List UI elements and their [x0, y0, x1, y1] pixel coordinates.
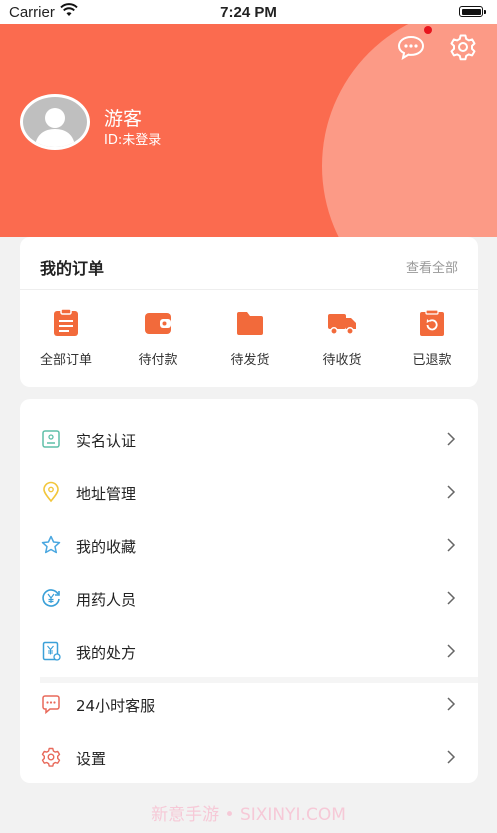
truck-icon [328, 314, 356, 335]
avatar[interactable] [20, 94, 90, 150]
chevron-right-icon [447, 485, 456, 499]
menu-item-label: 地址管理 [76, 485, 137, 503]
menu-item-label: 24小时客服 [76, 697, 156, 715]
unread-badge [424, 26, 432, 34]
location-pin-icon [43, 481, 59, 503]
order-label: 待收货 [322, 353, 362, 368]
user-id: ID:未登录 [104, 133, 162, 148]
menu-item-real-name[interactable]: 实名认证 [20, 414, 478, 467]
username: 游客 [104, 108, 143, 130]
prescription-icon [42, 641, 61, 661]
orders-title: 我的订单 [40, 259, 105, 278]
order-label: 已退款 [412, 353, 452, 368]
medicine-user-icon [42, 589, 60, 607]
chevron-right-icon [447, 644, 456, 658]
view-all-orders-link[interactable]: 查看全部 [406, 257, 458, 276]
chevron-right-icon [447, 538, 456, 552]
menu-item-address[interactable]: 地址管理 [20, 467, 478, 520]
chevron-right-icon [447, 432, 456, 446]
menu-item-favorites[interactable]: 我的收藏 [20, 520, 478, 573]
menu-item-label: 我的处方 [76, 644, 137, 662]
order-pending-shipment-button[interactable]: 待发货 [204, 307, 296, 368]
order-pending-payment-button[interactable]: 待付款 [112, 307, 204, 368]
settings-icon [41, 747, 61, 767]
menu-item-prescriptions[interactable]: 我的处方 [20, 626, 478, 679]
default-user-icon [35, 108, 75, 147]
order-label: 全部订单 [39, 353, 92, 368]
battery-icon [459, 6, 486, 17]
menu-item-customer-service[interactable]: 24小时客服 [20, 679, 478, 732]
star-icon [41, 535, 61, 554]
clipboard-icon [54, 308, 78, 336]
menu-item-medication-users[interactable]: 用药人员 [20, 573, 478, 626]
order-refunded-button[interactable]: 已退款 [386, 307, 478, 368]
gear-icon[interactable] [448, 32, 478, 62]
profile-header: 游客 ID:未登录 [0, 24, 497, 237]
chevron-right-icon [447, 697, 456, 711]
order-label: 待发货 [230, 353, 270, 368]
refund-icon [420, 309, 444, 336]
order-pending-receipt-button[interactable]: 待收货 [296, 307, 388, 368]
id-card-icon [42, 430, 60, 448]
menu-item-label: 我的收藏 [76, 538, 137, 556]
menu-item-settings[interactable]: 设置 [20, 732, 478, 785]
menu-item-label: 设置 [76, 750, 107, 768]
order-label: 待付款 [138, 353, 178, 368]
chevron-right-icon [447, 591, 456, 605]
menu-item-label: 实名认证 [76, 432, 137, 450]
menu-card: 实名认证 地址管理 我的收藏 用药人员 我的处方 24小时客服 设置 [20, 399, 478, 783]
wallet-icon [145, 313, 171, 334]
chat-bubble-icon[interactable] [396, 32, 426, 62]
customer-service-icon [42, 695, 60, 715]
divider [20, 289, 478, 290]
menu-item-label: 用药人员 [76, 591, 137, 609]
orders-card: 我的订单 查看全部 全部订单 待付款 待发货 待收货 已退款 [20, 237, 478, 387]
watermark: 新意手游 • SIXINYI.COM [151, 805, 346, 825]
chevron-right-icon [447, 750, 456, 764]
status-bar: Carrier 7:24 PM [0, 0, 497, 24]
order-all-button[interactable]: 全部订单 [20, 307, 112, 368]
folder-icon [237, 312, 263, 335]
status-time: 7:24 PM [220, 4, 277, 21]
